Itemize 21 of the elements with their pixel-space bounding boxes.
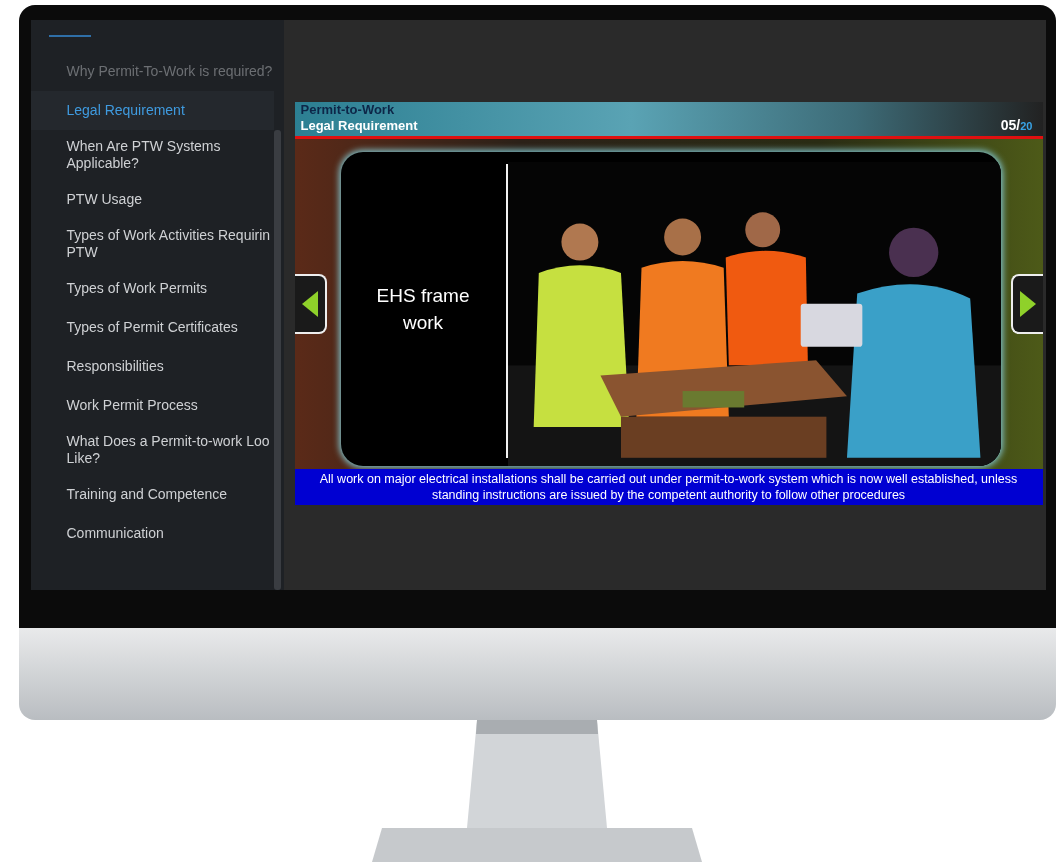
scrollbar[interactable] [273,130,281,590]
sidebar-item[interactable]: Communication [30,514,274,553]
topic-title: Legal Requirement [300,118,418,134]
tab-indicator [48,35,91,37]
sidebar-item[interactable]: Types of Permit Certificates [30,308,274,347]
previous-button[interactable] [294,274,327,334]
sidebar-item[interactable]: Responsibilities [30,347,274,386]
sidebar-item[interactable]: What Does a Permit-to-work Loo Like? [30,425,274,475]
sidebar-item[interactable]: Legal Requirement [30,91,274,130]
sidebar-item[interactable]: PTW Usage [30,180,274,219]
sidebar-item[interactable]: Types of Work Permits [30,269,274,308]
sidebar-item[interactable]: Types of Work Activities Requirin PTW [30,219,274,269]
frame-text: EHS frame work [375,284,471,335]
right-triangle-icon [1017,289,1038,319]
course-title: Permit-to-Work [300,102,396,118]
sidebar-item[interactable]: When Are PTW Systems Applicable? [30,130,274,180]
sidebar-item[interactable]: Training and Competence [30,475,274,514]
sidebar-item[interactable]: Work Permit Process [30,386,274,425]
next-button[interactable] [1010,274,1043,334]
caption: All work on major electrical installations shall be carried out under permit-to-work system which is now well established, unless standing instructions are issued by the competent authority to follow other procedures [294,469,1043,505]
slide-counter: 05/20 [1000,117,1033,134]
